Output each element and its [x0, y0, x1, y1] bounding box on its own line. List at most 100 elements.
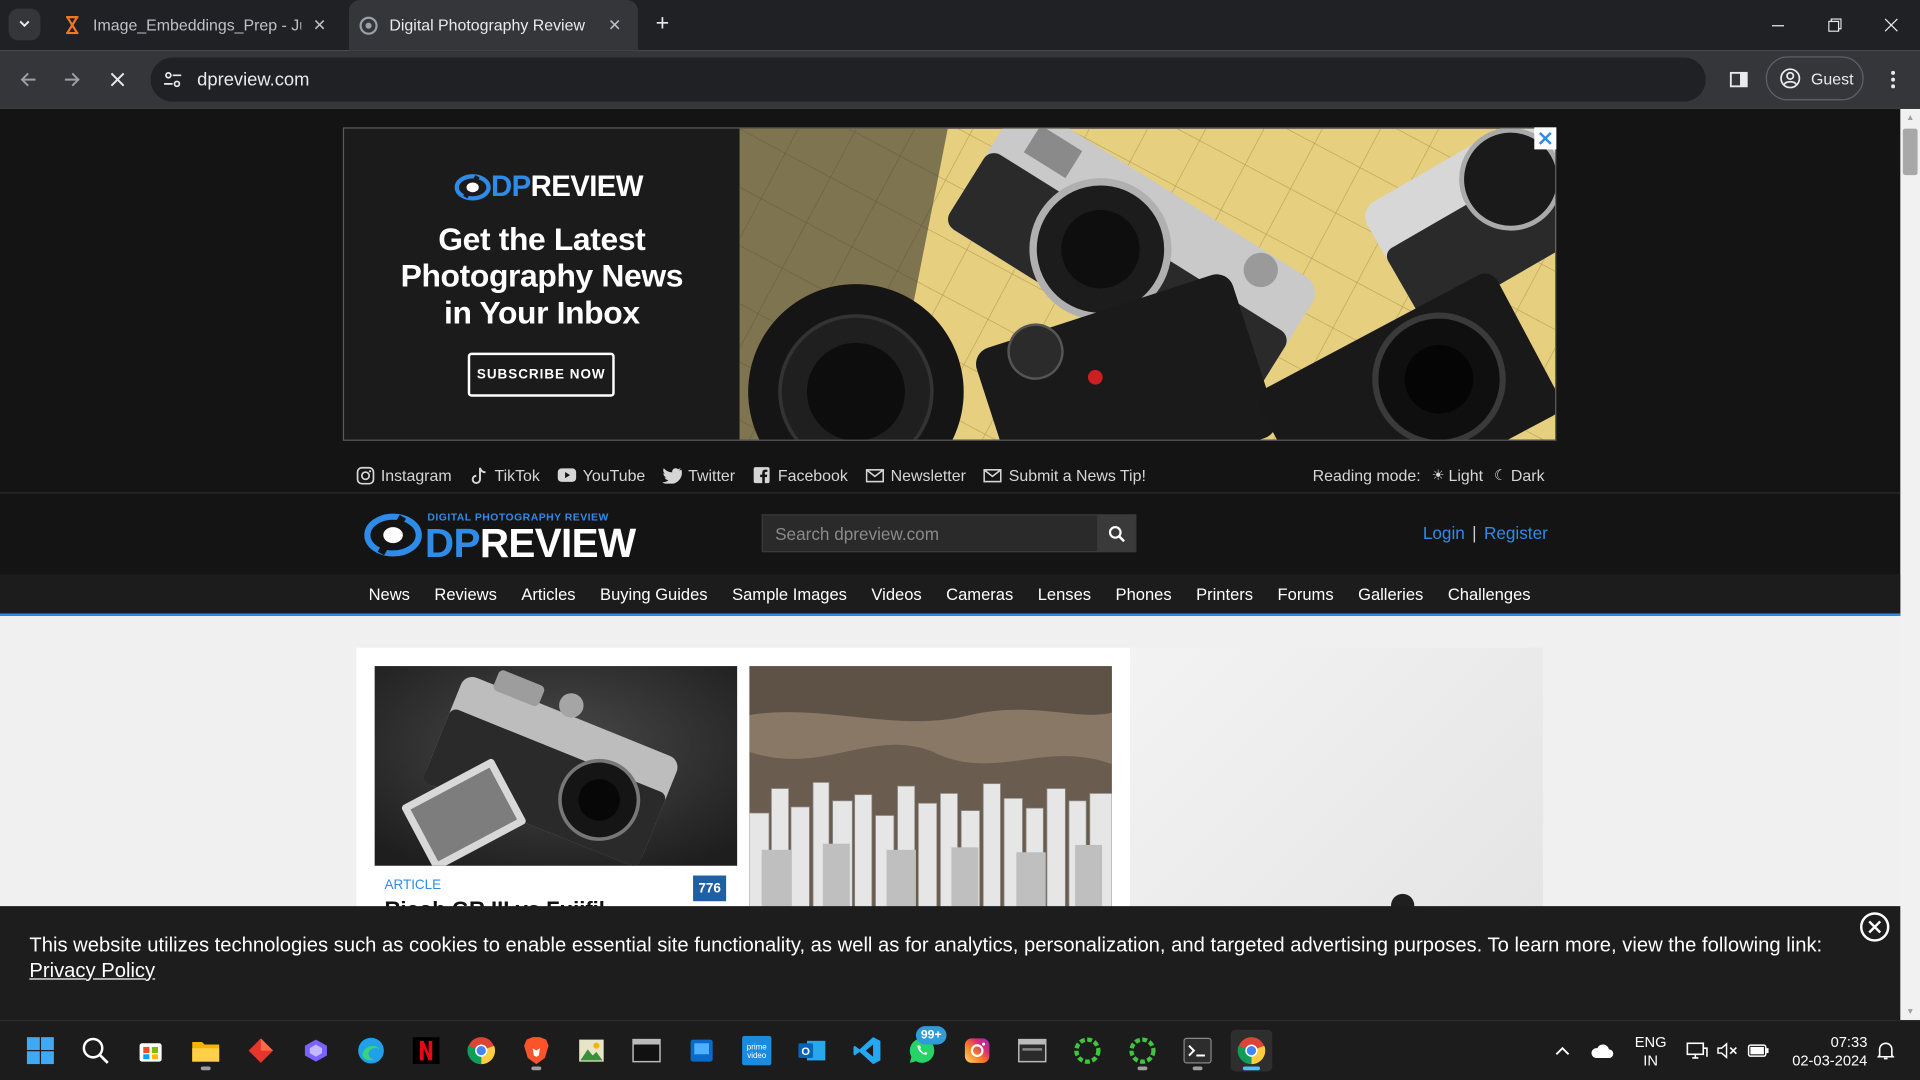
page-scrollbar[interactable]: ▲ ▼ [1900, 108, 1920, 1021]
nav-item-phones[interactable]: Phones [1103, 585, 1184, 603]
nav-item-lenses[interactable]: Lenses [1025, 585, 1103, 603]
scrollbar-thumb[interactable] [1902, 128, 1918, 176]
profile-button[interactable]: Guest [1765, 56, 1864, 101]
taskbar-app-red-diamond[interactable] [240, 1030, 282, 1072]
cloud-icon [1591, 1043, 1614, 1058]
language-label: ENG [1634, 1033, 1667, 1051]
network-tray-icon[interactable] [1682, 1030, 1711, 1072]
address-bar[interactable] [150, 57, 1706, 102]
login-link[interactable]: Login [1423, 523, 1465, 543]
jupyter-hourglass-icon [62, 15, 82, 35]
taskbar-terminal-window[interactable] [626, 1030, 668, 1072]
reading-mode-dark[interactable]: ☾ Dark [1494, 466, 1544, 484]
side-panel-button[interactable] [1727, 65, 1751, 94]
back-button[interactable] [13, 65, 42, 94]
new-tab-button[interactable]: + [650, 11, 674, 38]
social-link-twitter[interactable]: Twitter [662, 465, 735, 485]
close-window-button[interactable] [1862, 0, 1918, 50]
nav-item-news[interactable]: News [356, 585, 422, 603]
social-link-facebook[interactable]: Facebook [752, 465, 848, 485]
volume-tray-icon[interactable] [1713, 1030, 1742, 1072]
input-language-indicator[interactable]: ENG IN [1629, 1033, 1673, 1070]
article-thumbnail-camera[interactable] [374, 666, 738, 866]
taskbar-chrome-active[interactable] [1230, 1029, 1273, 1072]
nav-item-cameras[interactable]: Cameras [934, 585, 1026, 603]
plus-icon: + [655, 11, 670, 37]
minimize-button[interactable] [1750, 0, 1806, 50]
taskbar-blue-app[interactable] [681, 1030, 723, 1072]
taskbar-file-explorer[interactable] [185, 1030, 227, 1072]
nav-item-articles[interactable]: Articles [509, 585, 588, 603]
taskbar-brave[interactable] [516, 1030, 558, 1072]
social-link-tiktok[interactable]: TikTok [469, 465, 540, 485]
url-input[interactable] [197, 69, 932, 91]
show-hidden-icons-button[interactable] [1547, 1030, 1579, 1072]
start-button[interactable] [20, 1030, 62, 1072]
taskbar-vscode[interactable] [846, 1030, 888, 1072]
taskbar-store[interactable] [130, 1030, 172, 1072]
nav-item-buying-guides[interactable]: Buying Guides [588, 585, 720, 603]
register-link[interactable]: Register [1484, 523, 1548, 543]
dpreview-site-logo[interactable]: DIGITAL PHOTOGRAPHY REVIEW DPREVIEW [364, 508, 636, 566]
ad-close-button[interactable] [1534, 127, 1557, 150]
nav-item-galleries[interactable]: Galleries [1346, 585, 1436, 603]
newsletter-ad-banner[interactable]: DPREVIEW Get the Latest Photography News… [342, 127, 1557, 441]
social-link-submit-tip[interactable]: Submit a News Tip! [983, 465, 1146, 485]
social-link-newsletter[interactable]: Newsletter [865, 465, 966, 485]
taskbar-green-ring-app-2[interactable] [1122, 1030, 1164, 1072]
browser-tab-jupyter[interactable]: Image_Embeddings_Prep - Jupy ✕ [49, 0, 343, 50]
site-search-button[interactable] [1097, 515, 1136, 552]
close-icon [1868, 920, 1882, 934]
nav-item-forums[interactable]: Forums [1265, 585, 1346, 603]
nav-item-reviews[interactable]: Reviews [422, 585, 509, 603]
scroll-up-arrow-icon[interactable]: ▲ [1900, 109, 1920, 126]
taskbar-terminal[interactable] [1177, 1030, 1219, 1072]
notifications-button[interactable] [1873, 1030, 1897, 1072]
social-link-youtube[interactable]: YouTube [557, 465, 645, 485]
site-search-input[interactable] [762, 515, 1098, 552]
nav-item-videos[interactable]: Videos [859, 585, 934, 603]
taskbar-netflix[interactable] [405, 1030, 447, 1072]
taskbar-window-app[interactable] [1011, 1030, 1053, 1072]
scroll-down-arrow-icon[interactable]: ▼ [1900, 1003, 1920, 1020]
battery-tray-icon[interactable] [1744, 1030, 1773, 1072]
browser-menu-button[interactable] [1882, 65, 1904, 94]
taskbar-prime-video[interactable]: prime video [736, 1030, 778, 1072]
page-viewport: DPREVIEW Get the Latest Photography News… [0, 108, 1901, 1021]
tab-close-icon[interactable]: ✕ [604, 15, 626, 35]
instagram-icon [355, 465, 375, 485]
taskbar-copilot[interactable] [295, 1030, 337, 1072]
browser-tab-dpreview[interactable]: Digital Photography Review ✕ [348, 0, 638, 51]
taskbar-instagram[interactable] [956, 1030, 998, 1072]
taskbar-search-button[interactable] [75, 1030, 117, 1072]
taskbar-outlook[interactable]: O [791, 1030, 833, 1072]
nav-item-challenges[interactable]: Challenges [1436, 585, 1543, 603]
tab-close-icon[interactable]: ✕ [309, 15, 331, 35]
taskbar-image-app[interactable] [571, 1030, 613, 1072]
taskbar-chrome-profile[interactable] [460, 1030, 502, 1072]
article-thumbnail-cityscape[interactable] [749, 666, 1112, 912]
nav-item-printers[interactable]: Printers [1184, 585, 1265, 603]
chevron-up-icon [1555, 1046, 1570, 1055]
stop-loading-button[interactable] [103, 65, 132, 94]
taskbar-edge[interactable] [350, 1030, 392, 1072]
privacy-policy-link[interactable]: Privacy Policy [29, 959, 155, 981]
subscribe-now-button[interactable]: SUBSCRIBE NOW [467, 352, 615, 397]
onedrive-tray-icon[interactable] [1586, 1030, 1618, 1072]
site-settings-icon[interactable] [163, 70, 183, 90]
forward-button[interactable] [58, 65, 87, 94]
cookie-close-button[interactable] [1860, 912, 1890, 942]
reading-mode-light[interactable]: ☀ Light [1432, 466, 1483, 484]
window-app-icon [1018, 1038, 1047, 1063]
restore-button[interactable] [1806, 0, 1862, 50]
nav-item-sample-images[interactable]: Sample Images [720, 585, 859, 603]
clock[interactable]: 07:33 02-03-2024 [1782, 1033, 1875, 1070]
twitter-icon [662, 465, 682, 485]
comment-count-badge[interactable]: 776 [693, 875, 727, 902]
prime-video-icon: primevideo [742, 1035, 772, 1066]
social-link-instagram[interactable]: Instagram [355, 465, 452, 485]
ad-dpreview-logo: DPREVIEW [454, 170, 644, 204]
taskbar-green-ring-app[interactable] [1067, 1030, 1109, 1072]
region-label: IN [1643, 1051, 1658, 1069]
tab-search-button[interactable] [8, 8, 41, 41]
